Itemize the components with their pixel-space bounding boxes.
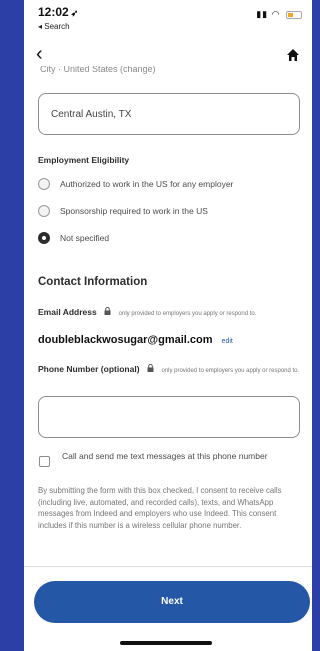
radio-authorized[interactable] — [38, 178, 50, 190]
radio-label: Sponsorship required to work in the US — [60, 206, 208, 216]
clock-time: 12:02 — [38, 5, 69, 19]
phone-input[interactable] — [38, 396, 300, 438]
phone-label-row: Phone Number (optional) only provided to… — [38, 362, 302, 377]
nav-bar: ‹ — [24, 42, 312, 68]
status-bar: 12:02 ➶ ◂ Search ▮▮ ◠ — [24, 0, 312, 42]
home-icon[interactable] — [286, 48, 300, 62]
contact-title: Contact Information — [38, 276, 148, 288]
battery-icon — [286, 10, 302, 19]
wifi-icon: ◠ — [271, 9, 281, 19]
location-arrow-icon: ➶ — [70, 8, 79, 18]
consent-disclaimer: By submitting the form with this box che… — [38, 486, 282, 531]
email-value-row: doubleblackwosugar@gmail.com edit — [38, 334, 233, 346]
signal-icon: ▮▮ — [256, 9, 269, 19]
location-label: City · United States (change) — [40, 66, 156, 74]
next-button[interactable]: Next — [34, 581, 310, 623]
sms-consent-checkbox[interactable] — [39, 456, 50, 467]
lock-icon — [147, 363, 154, 372]
email-privacy-note: only provided to employers you apply or … — [118, 311, 257, 317]
footer-divider — [24, 566, 312, 567]
sms-consent-label[interactable]: Call and send me text messages at this p… — [62, 451, 302, 462]
radio-sponsorship[interactable] — [38, 205, 50, 217]
eligibility-title: Employment Eligibility — [38, 155, 130, 165]
email-label: Email Address — [38, 307, 97, 317]
back-to-search-link[interactable]: ◂ Search — [38, 22, 70, 31]
eligibility-option-not-specified[interactable]: Not specified — [38, 230, 109, 246]
location-input[interactable] — [38, 93, 300, 135]
system-icons: ▮▮ ◠ — [256, 9, 302, 20]
eligibility-option-sponsorship[interactable]: Sponsorship required to work in the US — [38, 203, 208, 219]
screen: 12:02 ➶ ◂ Search ▮▮ ◠ ‹ City · United Sta… — [24, 0, 312, 651]
edit-email-link[interactable]: edit — [222, 338, 233, 345]
back-chevron-icon[interactable]: ‹ — [36, 44, 43, 64]
email-label-row: Email Address only provided to employers… — [38, 305, 302, 320]
phone-privacy-note: only provided to employers you apply or … — [161, 368, 300, 374]
home-indicator — [120, 641, 212, 645]
lock-icon — [104, 306, 111, 315]
radio-label: Authorized to work in the US for any emp… — [60, 179, 234, 189]
radio-label: Not specified — [60, 233, 110, 243]
email-value: doubleblackwosugar@gmail.com — [38, 334, 213, 346]
clock: 12:02 ➶ — [38, 5, 78, 19]
eligibility-option-authorized[interactable]: Authorized to work in the US for any emp… — [38, 176, 233, 192]
radio-not-specified[interactable] — [38, 232, 50, 244]
phone-label: Phone Number (optional) — [38, 364, 140, 374]
